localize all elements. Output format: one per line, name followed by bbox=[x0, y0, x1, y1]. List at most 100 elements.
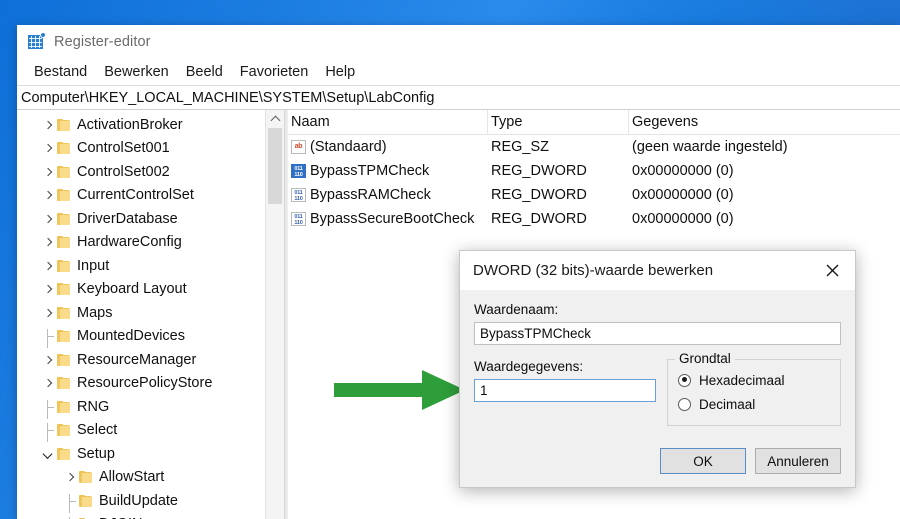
value-data-input[interactable]: 1 bbox=[474, 379, 656, 402]
cell-gegevens: (geen waarde ingesteld) bbox=[632, 139, 788, 155]
scrollbar-thumb[interactable] bbox=[268, 128, 282, 204]
tree-item-label: ResourceManager bbox=[77, 351, 197, 368]
column-header-naam[interactable]: Naam bbox=[288, 110, 488, 134]
menu-help[interactable]: Help bbox=[325, 64, 355, 80]
table-row[interactable]: 011 110 BypassTPMCheck REG_DWORD 0x00000000 … bbox=[288, 159, 900, 183]
desktop-background: Register-editor Bestand Bewerken Beeld F… bbox=[0, 0, 900, 519]
tree-item-label: ControlSet001 bbox=[77, 140, 170, 156]
tree-item-label: BuildUpdate bbox=[99, 492, 178, 509]
tree-item-select[interactable]: Select bbox=[17, 419, 266, 443]
menu-favorieten[interactable]: Favorieten bbox=[240, 64, 309, 80]
value-name: BypassSecureBootCheck bbox=[310, 211, 475, 227]
tree-item-rng[interactable]: RNG bbox=[17, 395, 266, 419]
folder-icon bbox=[57, 283, 70, 296]
tree-item-driverdatabase[interactable]: DriverDatabase bbox=[17, 207, 266, 231]
tree-item-buildupdate[interactable]: BuildUpdate bbox=[17, 489, 266, 513]
value-name: BypassTPMCheck bbox=[310, 163, 430, 179]
dialog-title: DWORD (32 bits)-waarde bewerken bbox=[473, 262, 714, 279]
cell-naam: 011 110 BypassSecureBootCheck bbox=[288, 207, 488, 231]
edit-dword-dialog: DWORD (32 bits)-waarde bewerken Waardena… bbox=[459, 250, 856, 488]
tree-item-label: Select bbox=[77, 422, 118, 438]
close-icon[interactable] bbox=[810, 251, 855, 290]
menu-beeld[interactable]: Beeld bbox=[186, 64, 223, 80]
tree-item-allowstart[interactable]: AllowStart bbox=[17, 466, 266, 490]
tree-item-label: Maps bbox=[77, 304, 113, 321]
tree-item-label: Input bbox=[77, 257, 110, 274]
cell-gegevens: 0x00000000 (0) bbox=[632, 187, 734, 203]
cell-type: REG_DWORD bbox=[491, 211, 587, 227]
folder-icon bbox=[57, 259, 70, 272]
folder-icon bbox=[57, 142, 70, 155]
tree-vertical-scrollbar[interactable] bbox=[265, 110, 284, 519]
tree-item-controlset002[interactable]: ControlSet002 bbox=[17, 160, 266, 184]
tree-item-maps[interactable]: Maps bbox=[17, 301, 266, 325]
base-groupbox: Grondtal Hexadecimaal Decimaal bbox=[667, 351, 841, 426]
radio-hexadecimaal-indicator[interactable] bbox=[678, 373, 691, 387]
value-data-column: Waardegegevens: 1 bbox=[474, 359, 656, 426]
address-bar[interactable]: Computer\HKEY_LOCAL_MACHINE\SYSTEM\Setup… bbox=[17, 86, 900, 110]
folder-icon bbox=[57, 236, 70, 249]
tree-item-label: ResourcePolicyStore bbox=[77, 375, 213, 391]
tree-item-hardwareconfig[interactable]: HardwareConfig bbox=[17, 231, 266, 255]
tree-item-currentcontrolset[interactable]: CurrentControlSet bbox=[17, 184, 266, 208]
folder-icon bbox=[57, 189, 70, 202]
tree-item-label: DriverDatabase bbox=[77, 210, 178, 227]
base-group-label: Grondtal bbox=[675, 351, 735, 366]
menu-bestand[interactable]: Bestand bbox=[34, 64, 87, 80]
registry-editor-icon bbox=[28, 32, 46, 50]
radio-decimaal-label: Decimaal bbox=[699, 396, 756, 412]
table-row[interactable]: 011 110 BypassSecureBootCheck REG_DWORD 0x00… bbox=[288, 207, 900, 231]
folder-icon bbox=[57, 330, 70, 343]
cell-gegevens: 0x00000000 (0) bbox=[632, 211, 734, 227]
dword-value-icon: 011 110 bbox=[291, 164, 306, 178]
cancel-button[interactable]: Annuleren bbox=[755, 448, 841, 474]
table-row[interactable]: ab (Standaard) REG_SZ (geen waarde ingestel… bbox=[288, 135, 900, 159]
tree-item-activationbroker[interactable]: ActivationBroker bbox=[17, 113, 266, 137]
dialog-buttons: OK Annuleren bbox=[660, 448, 841, 474]
tree-item-resourcemanager[interactable]: ResourceManager bbox=[17, 348, 266, 372]
cell-gegevens: 0x00000000 (0) bbox=[632, 163, 734, 179]
table-row[interactable]: 011 110 BypassRAMCheck REG_DWORD 0x00000000 … bbox=[288, 183, 900, 207]
dword-value-icon: 011 110 bbox=[291, 188, 306, 202]
tree-item-label: Setup bbox=[77, 445, 115, 462]
radio-hexadecimaal-label: Hexadecimaal bbox=[699, 372, 785, 388]
registry-tree: ActivationBroker ControlSet001 ControlSet0… bbox=[17, 110, 266, 519]
column-header-type[interactable]: Type bbox=[488, 110, 629, 134]
folder-icon bbox=[57, 424, 70, 437]
folder-icon bbox=[57, 447, 70, 460]
tree-item-djoin[interactable]: DJOIN bbox=[17, 513, 266, 519]
tree-item-setup[interactable]: Setup bbox=[17, 442, 266, 466]
registry-values-list: ab (Standaard) REG_SZ (geen waarde ingestel… bbox=[288, 135, 900, 231]
window-title: Register-editor bbox=[54, 33, 151, 50]
dword-value-icon: 011 110 bbox=[291, 212, 306, 226]
folder-icon bbox=[57, 353, 70, 366]
window-titlebar: Register-editor bbox=[17, 25, 900, 58]
tree-item-mounteddevices[interactable]: MountedDevices bbox=[17, 325, 266, 349]
folder-icon bbox=[79, 471, 92, 484]
dialog-titlebar: DWORD (32 bits)-waarde bewerken bbox=[460, 251, 855, 290]
tree-item-label: AllowStart bbox=[99, 469, 165, 485]
value-name: BypassRAMCheck bbox=[310, 187, 431, 203]
registry-tree-pane: ActivationBroker ControlSet001 ControlSet0… bbox=[17, 110, 284, 519]
radio-hexadecimaal[interactable]: Hexadecimaal bbox=[678, 368, 830, 392]
tree-item-label: MountedDevices bbox=[77, 328, 185, 344]
base-column: Grondtal Hexadecimaal Decimaal bbox=[656, 351, 841, 426]
tree-item-resourcepolicystore[interactable]: ResourcePolicyStore bbox=[17, 372, 266, 396]
tree-item-controlset001[interactable]: ControlSet001 bbox=[17, 137, 266, 161]
tree-item-keyboard-layout[interactable]: Keyboard Layout bbox=[17, 278, 266, 302]
folder-icon bbox=[57, 306, 70, 319]
cell-type: REG_SZ bbox=[491, 139, 550, 155]
tree-scroll-viewport: ActivationBroker ControlSet001 ControlSet0… bbox=[17, 110, 266, 519]
cell-type: REG_DWORD bbox=[491, 187, 587, 203]
tree-item-input[interactable]: Input bbox=[17, 254, 266, 278]
value-name-input[interactable]: BypassTPMCheck bbox=[474, 322, 841, 345]
folder-icon bbox=[57, 118, 70, 131]
radio-decimaal[interactable]: Decimaal bbox=[678, 392, 830, 416]
value-name: (Standaard) bbox=[310, 139, 387, 155]
column-header-gegevens[interactable]: Gegevens bbox=[629, 110, 900, 134]
radio-decimaal-indicator[interactable] bbox=[678, 397, 691, 411]
dialog-body: Waardenaam: BypassTPMCheck Waardegegeven… bbox=[460, 290, 855, 487]
ok-button[interactable]: OK bbox=[660, 448, 746, 474]
menu-bewerken[interactable]: Bewerken bbox=[104, 64, 168, 80]
scroll-up-arrow-icon[interactable] bbox=[266, 110, 284, 127]
